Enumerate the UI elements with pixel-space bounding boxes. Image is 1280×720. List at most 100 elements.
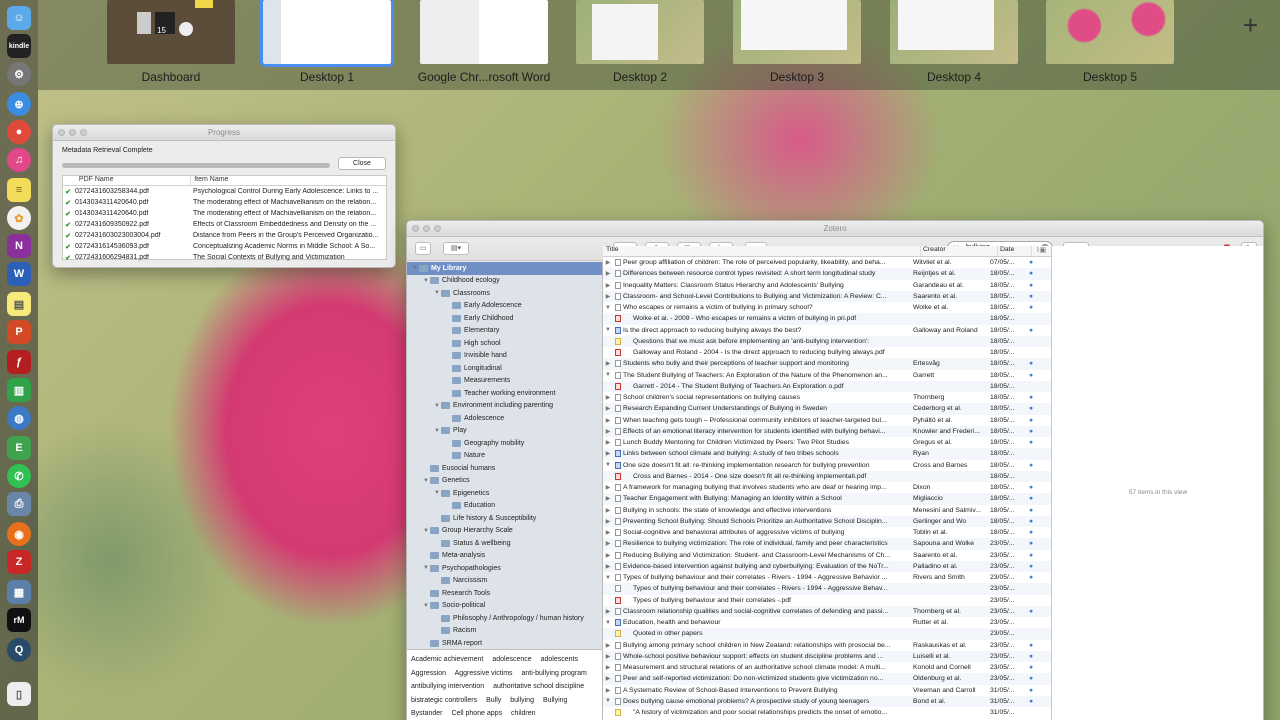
collection-item[interactable]: Research Tools [407,587,602,600]
attachment-indicator-icon[interactable]: ● [1022,507,1040,514]
attachment-indicator-icon[interactable]: ● [1022,304,1040,311]
disclosure-triangle-icon[interactable]: ▶ [603,540,613,547]
collection-item[interactable]: Nature [407,450,602,463]
attachment-indicator-icon[interactable]: ● [1022,428,1040,435]
date-column-header[interactable]: Date [998,246,1032,256]
firefox-icon[interactable]: ◉ [7,522,31,546]
attachment-indicator-icon[interactable]: ● [1022,653,1040,660]
item-row[interactable]: ▶ School children's social representation… [603,392,1051,403]
attachment-indicator-icon[interactable]: ● [1022,675,1040,682]
disclosure-triangle-icon[interactable]: ▶ [603,428,613,435]
collection-item[interactable]: ▼ Play [407,425,602,438]
collection-item[interactable]: Geography mobility [407,437,602,450]
close-window-button[interactable] [412,225,419,232]
child-item-row[interactable]: Galloway and Roland - 2004 - Is the dire… [603,347,1051,358]
zoom-window-button[interactable] [434,225,441,232]
stickies-icon[interactable]: ▤ [7,292,31,316]
numbers-icon[interactable]: ▥ [7,378,31,402]
collection-item[interactable]: Measurements [407,375,602,388]
onenote-icon[interactable]: N [7,234,31,258]
kindle-icon[interactable]: kindle [7,34,31,58]
item-row[interactable]: ▶ Evidence-based intervention against bul… [603,560,1051,572]
tag[interactable]: Bully [486,697,501,704]
disclosure-triangle-icon[interactable]: ▶ [603,259,613,266]
collection-item[interactable]: Longitudinal [407,362,602,375]
chrome-icon[interactable]: ● [7,120,31,144]
pdf-name-header[interactable]: PDF Name [77,176,192,185]
tag[interactable]: antibullying intervention [411,683,484,690]
disclosure-triangle-icon[interactable]: ▶ [603,270,613,277]
disclosure-triangle-icon[interactable]: ▼ [603,575,613,581]
disclosure-triangle-icon[interactable]: ▼ [603,698,613,704]
item-row[interactable]: ▼ Education, health and behaviour Rutter e… [603,617,1051,628]
item-row[interactable]: ▶ Reducing Bullying and Victimization: St… [603,550,1051,561]
collection-item[interactable]: Education [407,500,602,513]
disclosure-triangle-icon[interactable]: ▶ [603,608,613,615]
child-item-row[interactable]: Types of bullying behaviour and their co… [603,583,1051,595]
child-item-row[interactable]: Wolke et al. - 2009 - Who escapes or rem… [603,313,1051,325]
item-row[interactable]: ▶ Bullying in schools: the state of knowl… [603,505,1051,516]
document-icon[interactable]: ▯ [7,682,31,706]
disclosure-triangle-icon[interactable]: ▶ [603,664,613,671]
disclosure-triangle-icon[interactable]: ▼ [422,478,430,484]
new-library-button[interactable]: ▤▾ [443,242,469,255]
item-row[interactable]: ▼ Who escapes or remains a victim of bull… [603,302,1051,313]
collection-item[interactable]: ▼ Group Hierarchy Scale [407,525,602,538]
tag[interactable]: adolescents [541,656,578,663]
collection-item[interactable]: ▼ Socio-political [407,600,602,613]
item-row[interactable]: ▶ Classroom relationship qualities and so… [603,605,1051,617]
disclosure-triangle-icon[interactable]: ▶ [603,293,613,300]
attachment-indicator-icon[interactable]: ● [1022,259,1040,266]
attachment-indicator-icon[interactable]: ● [1022,518,1040,525]
attachment-indicator-icon[interactable]: ● [1022,608,1040,615]
attachment-indicator-icon[interactable]: ● [1022,664,1040,671]
child-item-row[interactable]: Questions that we must ask before implem… [603,335,1051,347]
item-row[interactable]: ▶ Differences between resource control ty… [603,268,1051,280]
disclosure-triangle-icon[interactable]: ▶ [603,417,613,424]
collection-item[interactable]: Racism [407,625,602,638]
minimize-window-button[interactable] [69,129,76,136]
attachment-indicator-icon[interactable]: ● [1022,698,1040,705]
item-row[interactable]: ▶ Research Expanding Current Understandin… [603,403,1051,415]
disclosure-triangle-icon[interactable]: ▼ [433,403,441,409]
item-row[interactable]: ▼ The Student Bullying of Teachers: An Ex… [603,370,1051,381]
attachment-indicator-icon[interactable]: ● [1022,540,1040,547]
attachment-indicator-icon[interactable]: ● [1022,394,1040,401]
collection-item[interactable]: Early Adolescence [407,300,602,313]
item-row[interactable]: ▶ A Systematic Review of School-Based Int… [603,685,1051,696]
disclosure-triangle-icon[interactable]: ▼ [422,278,430,284]
item-row[interactable]: ▶ Students who bully and their perception… [603,358,1051,370]
collection-item[interactable]: ▼ My Library [407,262,602,275]
collection-item[interactable]: ▼ Environment including parenting [407,400,602,413]
item-name-header[interactable]: Item Name [191,176,386,185]
collection-item[interactable]: ▼ Genetics [407,475,602,488]
child-item-row[interactable]: Garrett - 2014 - The Student Bullying of… [603,380,1051,392]
tag[interactable]: Cell phone apps [451,710,502,717]
whatsapp-icon[interactable]: ✆ [7,464,31,488]
disclosure-triangle-icon[interactable]: ▼ [603,462,613,468]
disclosure-triangle-icon[interactable]: ▶ [603,484,613,491]
tag[interactable]: Aggression [411,670,446,677]
collection-item[interactable]: ▼ Psychopathologies [407,562,602,575]
disclosure-triangle-icon[interactable]: ▼ [433,290,441,296]
printer-icon[interactable]: ⎙ [7,492,31,516]
item-row[interactable]: ▶ Whole-school positive behaviour support… [603,650,1051,662]
space-desktop-5[interactable]: Desktop 5 [1046,0,1174,84]
collection-item[interactable]: Adolescence [407,412,602,425]
disclosure-triangle-icon[interactable]: ▼ [433,490,441,496]
itunes-icon[interactable]: ♫ [7,148,31,172]
collection-item[interactable]: SRMA report [407,637,602,649]
powerpoint-icon[interactable]: P [7,320,31,344]
attachment-indicator-icon[interactable]: ● [1022,282,1040,289]
tag[interactable]: bullying [510,697,534,704]
disclosure-triangle-icon[interactable]: ▶ [603,563,613,570]
disclosure-triangle-icon[interactable]: ▼ [603,620,613,626]
disclosure-triangle-icon[interactable]: ▶ [603,282,613,289]
tag[interactable]: bistrategic controllers [411,697,477,704]
add-desktop-button[interactable]: + [1243,10,1258,41]
child-item-row[interactable]: "A history of victimization and poor soc… [603,707,1051,718]
attachment-indicator-icon[interactable]: ● [1022,372,1040,379]
collection-item[interactable]: Narcissism [407,575,602,588]
item-row[interactable]: ▶ Inequality Matters: Classroom Status Hi… [603,280,1051,291]
tag[interactable]: anti-bullying program [522,670,587,677]
